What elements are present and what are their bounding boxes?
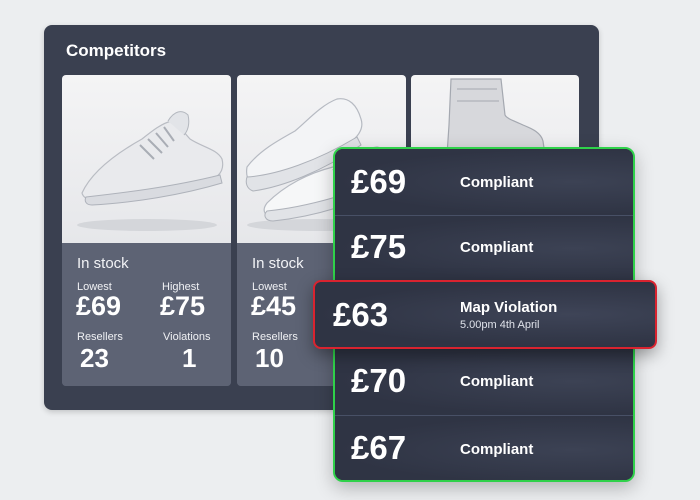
- resellers-label: Resellers: [252, 331, 298, 343]
- price-value: £67: [351, 429, 407, 466]
- violation-status: Map Violation: [460, 299, 558, 316]
- product-card-1[interactable]: In stock Lowest £69 Highest £75 Reseller…: [62, 75, 231, 386]
- product-image-1: [62, 75, 231, 243]
- card-title: Competitors: [66, 41, 167, 60]
- resellers-count: 23: [80, 343, 109, 373]
- price-value: £75: [351, 228, 407, 265]
- stock-status: In stock: [77, 255, 129, 272]
- violation-timestamp: 5.00pm 4th April: [460, 319, 540, 331]
- resellers-label: Resellers: [77, 331, 123, 343]
- product-info-1: In stock Lowest £69 Highest £75 Reseller…: [62, 243, 231, 386]
- compliance-status: Compliant: [460, 441, 534, 458]
- violations-count: 1: [182, 343, 197, 373]
- lowest-price: £45: [251, 291, 297, 321]
- price-row[interactable]: £75 Compliant: [335, 216, 633, 282]
- price-row[interactable]: £67 Compliant: [335, 416, 633, 480]
- compliance-status: Compliant: [460, 373, 534, 390]
- price-value: £69: [351, 163, 407, 200]
- highest-price: £75: [160, 291, 206, 321]
- compliance-status: Compliant: [460, 239, 534, 256]
- stock-status: In stock: [252, 255, 304, 272]
- price-row[interactable]: £70 Compliant: [335, 348, 633, 416]
- compliance-status: Compliant: [460, 174, 534, 191]
- price-value: £63: [333, 296, 389, 333]
- sneaker-icon: [77, 111, 224, 231]
- violations-label: Violations: [163, 331, 211, 343]
- price-row[interactable]: £69 Compliant: [335, 149, 633, 216]
- price-value: £70: [351, 362, 407, 399]
- lowest-price: £69: [76, 291, 122, 321]
- map-violation-row[interactable]: £63 Map Violation 5.00pm 4th April: [313, 280, 657, 349]
- resellers-count: 10: [255, 343, 284, 373]
